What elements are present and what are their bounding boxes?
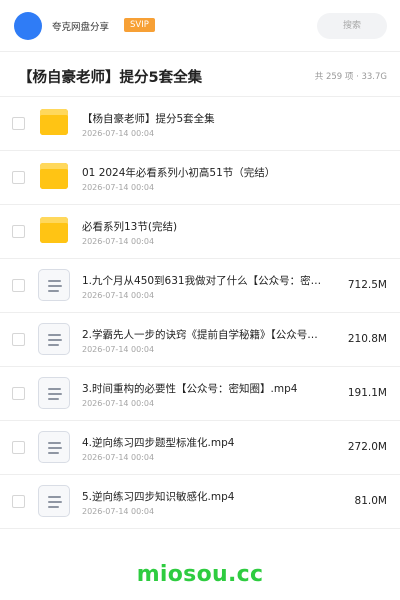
file-date: 2026-07-14 00:04 [82,183,155,192]
row-checkbox[interactable] [12,171,25,184]
title-bar: 【杨自豪老师】提分5套全集 共 259 项 · 33.7G [0,52,400,97]
search-input[interactable]: 搜索 [317,13,387,39]
file-date: 2026-07-14 00:04 [82,345,155,354]
svip-badge: SVIP [124,18,155,32]
list-item[interactable]: 5.逆向练习四步知识敏感化.mp4 2026-07-14 00:04 81.0M [0,475,400,529]
file-size: 712.5M [347,279,387,291]
list-item[interactable]: 1.九个月从450到631我做对了什么【公众号：密知圈】.mp4 2026-07… [0,259,400,313]
list-item[interactable]: 2.学霸先人一步的诀窍《提前自学秘籍》【公众号：密知圈】.mp4 2026-07… [0,313,400,367]
file-icon [38,485,70,517]
list-item[interactable]: 必看系列13节(完结) 2026-07-14 00:04 [0,205,400,259]
avatar[interactable] [14,12,42,40]
file-size: 191.1M [347,387,387,399]
file-name[interactable]: 4.逆向练习四步题型标准化.mp4 [82,435,234,450]
file-icon [38,323,70,355]
item-count-size: 共 259 项 · 33.7G [314,72,387,82]
file-name[interactable]: 必看系列13节(完结) [82,219,177,234]
file-name[interactable]: 【杨自豪老师】提分5套全集 [82,111,215,126]
file-date: 2026-07-14 00:04 [82,291,155,300]
row-checkbox[interactable] [12,225,25,238]
row-checkbox[interactable] [12,441,25,454]
folder-icon [38,161,70,193]
page-title: 【杨自豪老师】提分5套全集 [18,70,203,86]
row-checkbox[interactable] [12,387,25,400]
top-header: 夸克网盘分享 SVIP 搜索 [0,0,400,52]
file-size: 272.0M [347,441,387,453]
row-checkbox[interactable] [12,333,25,346]
file-date: 2026-07-14 00:04 [82,507,155,516]
file-date: 2026-07-14 00:04 [82,399,155,408]
file-name[interactable]: 5.逆向练习四步知识敏感化.mp4 [82,489,234,504]
file-size: 210.8M [347,333,387,345]
file-name[interactable]: 01 2024年必看系列小初高51节（完结） [82,165,275,180]
row-checkbox[interactable] [12,279,25,292]
app-name: 夸克网盘分享 [52,22,110,33]
file-date: 2026-07-14 00:04 [82,237,155,246]
list-item[interactable]: 3.时间重构的必要性【公众号：密知圈】.mp4 2026-07-14 00:04… [0,367,400,421]
list-item[interactable]: 【杨自豪老师】提分5套全集 2026-07-14 00:04 [0,97,400,151]
file-name[interactable]: 2.学霸先人一步的诀窍《提前自学秘籍》【公众号：密知圈】.mp4 [82,327,328,342]
file-name[interactable]: 1.九个月从450到631我做对了什么【公众号：密知圈】.mp4 [82,273,328,288]
file-name[interactable]: 3.时间重构的必要性【公众号：密知圈】.mp4 [82,381,297,396]
folder-icon [38,107,70,139]
file-list: 【杨自豪老师】提分5套全集 2026-07-14 00:04 01 2024年必… [0,97,400,529]
list-item[interactable]: 01 2024年必看系列小初高51节（完结） 2026-07-14 00:04 [0,151,400,205]
file-icon [38,377,70,409]
watermark-text: miosou.cc [136,562,264,587]
file-date: 2026-07-14 00:04 [82,453,155,462]
file-size: 81.0M [354,495,387,507]
file-icon [38,431,70,463]
row-checkbox[interactable] [12,495,25,508]
file-date: 2026-07-14 00:04 [82,129,155,138]
row-checkbox[interactable] [12,117,25,130]
file-icon [38,269,70,301]
list-item[interactable]: 4.逆向练习四步题型标准化.mp4 2026-07-14 00:04 272.0… [0,421,400,475]
folder-icon [38,215,70,247]
